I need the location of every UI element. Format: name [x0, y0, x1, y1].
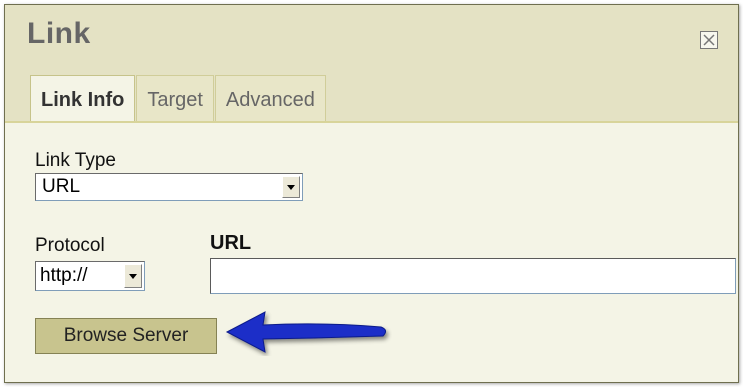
browse-server-button[interactable]: Browse Server: [35, 318, 217, 354]
tab-target[interactable]: Target: [136, 75, 214, 121]
url-label: URL: [210, 232, 252, 254]
link-type-value: URL: [42, 176, 81, 197]
tab-bar: Link Info Target Advanced: [30, 75, 327, 123]
dialog-header: Link Link Info Target Advanced: [5, 5, 738, 123]
protocol-select[interactable]: http://: [35, 261, 145, 291]
protocol-label: Protocol: [35, 235, 105, 256]
chevron-down-icon[interactable]: [282, 176, 300, 198]
close-icon[interactable]: [700, 31, 718, 49]
dialog-title: Link: [27, 17, 91, 50]
protocol-value: http://: [40, 265, 88, 286]
link-type-label: Link Type: [35, 150, 116, 171]
tab-advanced[interactable]: Advanced: [214, 75, 326, 121]
url-input[interactable]: [210, 258, 736, 294]
arrow-left-icon: [225, 311, 387, 353]
link-type-select[interactable]: URL: [35, 173, 303, 201]
tab-divider: [5, 121, 738, 123]
tab-link-info[interactable]: Link Info: [30, 75, 136, 123]
link-dialog: Link Link Info Target Advanced Link Type…: [4, 4, 739, 383]
chevron-down-icon[interactable]: [124, 264, 142, 288]
